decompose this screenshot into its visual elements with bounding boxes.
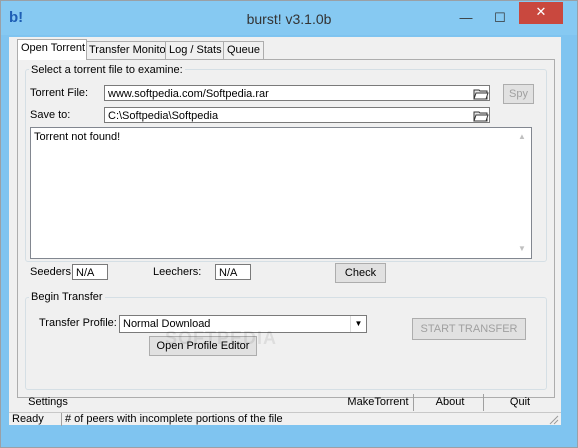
- seeders-field[interactable]: N/A: [72, 264, 108, 280]
- quit-button[interactable]: Quit: [487, 394, 553, 411]
- app-window: b! burst! v3.1.0b — ☐ ✕ Open Torrent Tra…: [0, 0, 578, 448]
- spy-button[interactable]: Spy: [503, 84, 534, 104]
- torrent-file-label: Torrent File:: [30, 87, 89, 99]
- save-to-label: Save to:: [30, 109, 71, 121]
- status-bar: Ready # of peers with incomplete portion…: [9, 412, 561, 426]
- check-button[interactable]: Check: [335, 263, 386, 283]
- close-button[interactable]: ✕: [519, 2, 563, 24]
- select-torrent-legend: Select a torrent file to examine:: [29, 64, 185, 76]
- tab-queue[interactable]: Queue: [223, 41, 264, 59]
- torrent-file-input[interactable]: www.softpedia.com/Softpedia.rar: [104, 85, 490, 101]
- bottom-button-bar: Settings MakeTorrent About Quit: [17, 394, 553, 411]
- minimize-button[interactable]: —: [455, 9, 477, 27]
- scroll-up-arrow-icon[interactable]: ▲: [518, 133, 526, 141]
- start-transfer-button[interactable]: START TRANSFER: [412, 318, 526, 340]
- resize-grip-icon[interactable]: [548, 414, 559, 425]
- settings-button[interactable]: Settings: [17, 394, 79, 411]
- status-ready: Ready: [12, 413, 44, 425]
- seeders-label: Seeders:: [30, 266, 75, 278]
- output-text: Torrent not found!: [34, 131, 121, 143]
- title-bar[interactable]: b! burst! v3.1.0b — ☐ ✕: [1, 1, 577, 35]
- status-hint: # of peers with incomplete portions of t…: [61, 413, 283, 426]
- leechers-label: Leechers:: [153, 266, 202, 278]
- chevron-down-icon[interactable]: ▼: [350, 316, 366, 332]
- torrent-info-output[interactable]: Torrent not found! ▲ ▼: [30, 127, 532, 259]
- tab-log-stats[interactable]: Log / Stats: [165, 41, 225, 59]
- open-folder-icon[interactable]: [473, 87, 489, 100]
- output-scrollbar[interactable]: ▲ ▼: [514, 129, 530, 257]
- transfer-profile-label: Transfer Profile:: [39, 317, 117, 329]
- watermark: SOFTPEDIA: [165, 328, 278, 348]
- leechers-field[interactable]: N/A: [215, 264, 251, 280]
- begin-transfer-legend: Begin Transfer: [29, 291, 105, 303]
- tab-transfer-monitor[interactable]: Transfer Monitor: [85, 41, 169, 59]
- browse-folder-icon[interactable]: [473, 109, 489, 122]
- maximize-button[interactable]: ☐: [489, 9, 511, 27]
- tab-open-torrent[interactable]: Open Torrent: [17, 39, 87, 60]
- client-area: Open Torrent Transfer Monitor Log / Stat…: [9, 37, 561, 426]
- scroll-down-arrow-icon[interactable]: ▼: [518, 245, 526, 253]
- begin-transfer-group: [25, 297, 547, 390]
- save-to-input[interactable]: C:\Softpedia\Softpedia: [104, 107, 490, 123]
- open-torrent-panel: Select a torrent file to examine: Torren…: [17, 59, 555, 398]
- about-button[interactable]: About: [417, 394, 484, 411]
- maketorrent-button[interactable]: MakeTorrent: [343, 394, 414, 411]
